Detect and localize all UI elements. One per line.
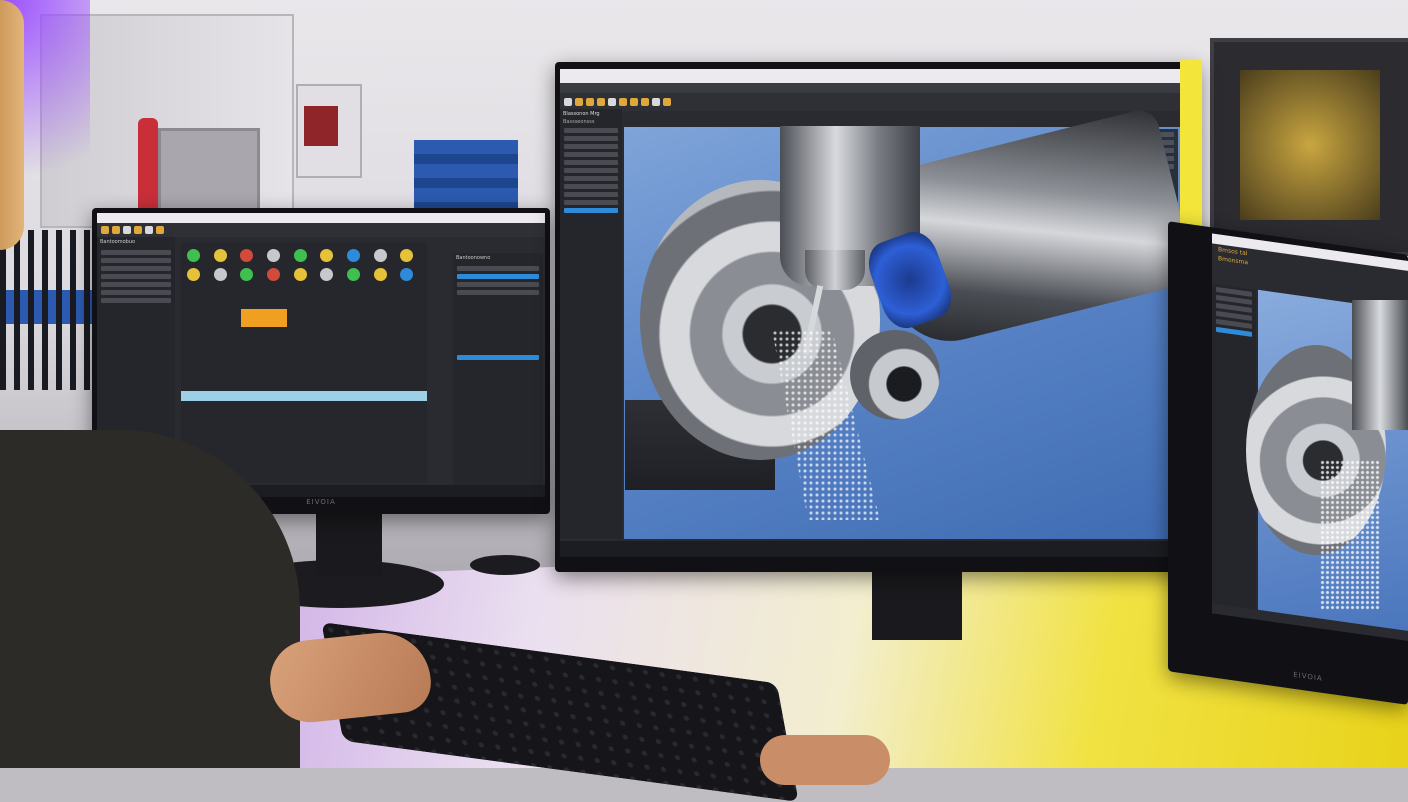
tool-icon[interactable] <box>187 268 200 281</box>
tree-item-selected[interactable] <box>564 208 618 213</box>
property-row[interactable] <box>457 290 539 295</box>
tool-icon[interactable] <box>293 249 307 262</box>
tree-item[interactable] <box>101 290 171 295</box>
toolbar-icon[interactable] <box>134 226 142 234</box>
tool-icon[interactable] <box>266 249 280 262</box>
toolbar-icon[interactable] <box>619 98 627 106</box>
tool-icon[interactable] <box>346 249 360 262</box>
toolbar-icon[interactable] <box>652 98 660 106</box>
center-menu-bar <box>560 83 1193 93</box>
left-toolbar <box>97 223 545 237</box>
selected-tool-highlight[interactable] <box>241 309 287 327</box>
control-screen <box>304 106 338 146</box>
tree-item[interactable] <box>564 160 618 165</box>
toolbar-icon[interactable] <box>630 98 638 106</box>
tool-icon[interactable] <box>240 249 254 262</box>
tool-icon[interactable] <box>187 249 200 262</box>
tool-row-banner <box>181 391 427 401</box>
properties-title: Bantoonowno <box>456 255 491 261</box>
tree-item[interactable] <box>564 200 618 205</box>
toolbar-icon[interactable] <box>145 226 153 234</box>
tree-item[interactable] <box>564 184 618 189</box>
parts-bins <box>414 140 518 210</box>
left-title-bar <box>97 213 545 223</box>
toolbar-icon[interactable] <box>564 98 572 106</box>
toolbar-icon[interactable] <box>101 226 109 234</box>
tree-item[interactable] <box>101 282 171 287</box>
tool-icon-grid <box>181 243 427 287</box>
tool-icon[interactable] <box>346 268 360 281</box>
toolbar-icon[interactable] <box>608 98 616 106</box>
tool-icon[interactable] <box>400 268 414 281</box>
center-title-bar <box>560 69 1193 83</box>
door-glow <box>1240 70 1380 220</box>
machine-window <box>158 128 260 214</box>
left-properties-panel: Bantoonowno <box>453 253 543 485</box>
tree-item[interactable] <box>101 250 171 255</box>
tool-icon[interactable] <box>266 268 280 281</box>
spindle-nose <box>805 250 865 290</box>
tool-rack <box>0 230 100 390</box>
operations-title: Blassonon Mrg <box>563 111 600 117</box>
toolbar-icon[interactable] <box>156 226 164 234</box>
red-pipe <box>138 118 158 213</box>
tree-item-selected[interactable] <box>1216 326 1252 337</box>
property-row-selected[interactable] <box>457 355 539 360</box>
tree-item[interactable] <box>101 258 171 263</box>
left-monitor-neck <box>316 508 382 576</box>
tool-icon[interactable] <box>320 249 334 262</box>
tree-item[interactable] <box>101 266 171 271</box>
toolbar-icon[interactable] <box>663 98 671 106</box>
person-face <box>0 0 24 250</box>
tree-item[interactable] <box>101 298 171 303</box>
toolbar-icon[interactable] <box>123 226 131 234</box>
left-panel-title: Bantoomobuo <box>100 239 136 245</box>
center-toolbar <box>560 93 1193 111</box>
toolbar-icon[interactable] <box>597 98 605 106</box>
tree-item[interactable] <box>564 152 618 157</box>
tool-icon[interactable] <box>213 249 227 262</box>
tree-item[interactable] <box>564 144 618 149</box>
property-row[interactable] <box>457 282 539 287</box>
property-row[interactable] <box>457 266 539 271</box>
center-operations-tree: Blassonon Mrg Bassseonsss <box>560 109 622 539</box>
tool-icon[interactable] <box>320 268 334 281</box>
operations-subtitle: Bassseonsss <box>563 119 595 125</box>
tree-item[interactable] <box>564 136 618 141</box>
tree-item[interactable] <box>564 128 618 133</box>
right-metal-chips <box>1320 460 1380 610</box>
tool-icon[interactable] <box>400 249 414 262</box>
right-spindle <box>1352 300 1408 430</box>
toolbar-icon[interactable] <box>112 226 120 234</box>
tool-icon[interactable] <box>373 249 387 262</box>
tool-stub <box>850 330 940 420</box>
tool-icon[interactable] <box>373 268 387 281</box>
tool-library-grid <box>181 243 427 483</box>
toolbar-icon[interactable] <box>641 98 649 106</box>
toolbar-icon[interactable] <box>575 98 583 106</box>
tool-icon[interactable] <box>293 268 307 281</box>
tree-item[interactable] <box>564 176 618 181</box>
cable-grommet <box>470 555 540 575</box>
tool-icon[interactable] <box>213 268 227 281</box>
tool-icon[interactable] <box>240 268 254 281</box>
center-taskbar <box>560 541 1193 557</box>
tree-item[interactable] <box>564 168 618 173</box>
toolbar-icon[interactable] <box>586 98 594 106</box>
property-row-selected[interactable] <box>457 274 539 279</box>
person-right-hand <box>760 735 890 785</box>
tree-item[interactable] <box>564 192 618 197</box>
tree-item[interactable] <box>101 274 171 279</box>
